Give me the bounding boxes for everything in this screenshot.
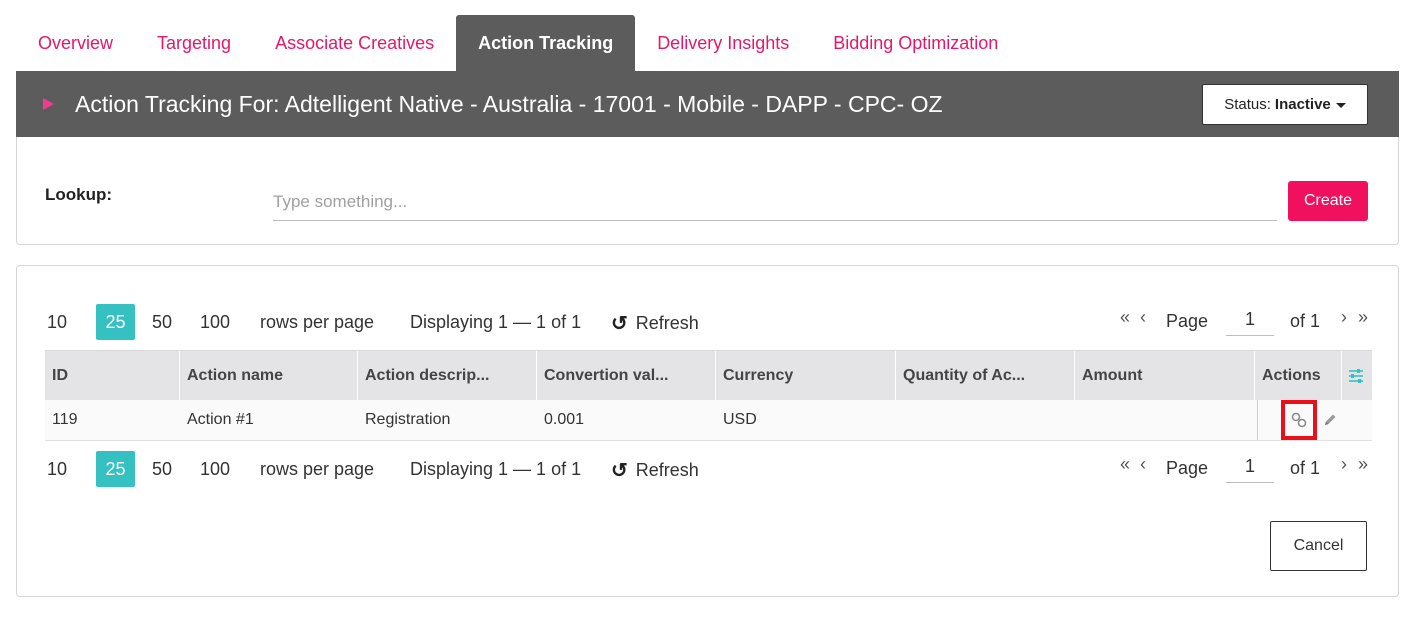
- column-action-description[interactable]: Action descrip...: [358, 351, 537, 400]
- column-quantity[interactable]: Quantity of Ac...: [896, 351, 1075, 400]
- refresh-icon: ↺: [611, 313, 628, 335]
- page-size-100[interactable]: 100: [197, 451, 233, 487]
- cell-amount: [1075, 400, 1257, 440]
- page-size-10[interactable]: 10: [45, 451, 69, 487]
- page-size-50[interactable]: 50: [149, 451, 175, 487]
- page-size-50[interactable]: 50: [149, 304, 175, 340]
- refresh-button[interactable]: ↺ Refresh: [611, 311, 699, 336]
- status-dropdown[interactable]: Status: Inactive: [1202, 84, 1368, 125]
- page-total: of 1: [1290, 311, 1321, 331]
- first-page-icon[interactable]: «: [1120, 307, 1130, 328]
- tab-overview[interactable]: Overview: [16, 15, 135, 71]
- page-number-input[interactable]: [1226, 304, 1274, 336]
- play-triangle-icon: [43, 98, 54, 110]
- page-size-10[interactable]: 10: [45, 304, 69, 340]
- status-label: Status:: [1224, 96, 1271, 113]
- cell-id: 119: [52, 411, 78, 428]
- column-amount[interactable]: Amount: [1075, 351, 1255, 400]
- page-total: of 1: [1290, 458, 1321, 478]
- action-table: ID Action name Action descrip... Convert…: [45, 350, 1372, 441]
- sliders-icon[interactable]: [1342, 351, 1370, 400]
- cell-conversion-value: 0.001: [544, 411, 585, 428]
- tab-targeting[interactable]: Targeting: [135, 15, 253, 71]
- page-size-25[interactable]: 25: [96, 304, 135, 340]
- page-size-25[interactable]: 25: [96, 451, 135, 487]
- tab-associate-creatives[interactable]: Associate Creatives: [253, 15, 456, 71]
- page-header: Action Tracking For: Adtelligent Native …: [16, 71, 1399, 137]
- page-size-100[interactable]: 100: [197, 304, 233, 340]
- refresh-label: Refresh: [635, 460, 699, 480]
- cell-action-description: Registration: [365, 411, 451, 428]
- lookup-input[interactable]: [273, 183, 1277, 221]
- caret-down-icon: [1335, 103, 1346, 108]
- page-title: Action Tracking For: Adtelligent Native …: [75, 90, 943, 117]
- refresh-label: Refresh: [635, 313, 699, 333]
- lookup-label: Lookup:: [45, 185, 113, 204]
- cell-quantity: [896, 400, 1075, 440]
- tab-delivery-insights[interactable]: Delivery Insights: [635, 15, 811, 71]
- cancel-button[interactable]: Cancel: [1270, 521, 1367, 571]
- refresh-icon: ↺: [611, 460, 628, 482]
- displaying-count: Displaying 1 — 1 of 1: [410, 312, 582, 332]
- page-number-input[interactable]: [1226, 451, 1274, 483]
- first-page-icon[interactable]: «: [1120, 454, 1130, 475]
- pager-top: 10 25 50 100 rows per page Displaying 1 …: [45, 304, 1372, 344]
- last-page-icon[interactable]: »: [1358, 307, 1368, 328]
- last-page-icon[interactable]: »: [1358, 454, 1368, 475]
- table-row[interactable]: 119 Action #1 Registration 0.001 USD: [45, 400, 1372, 441]
- prev-page-icon[interactable]: ‹: [1140, 454, 1146, 475]
- cell-actions: [1257, 400, 1372, 440]
- table-header: ID Action name Action descrip... Convert…: [45, 350, 1372, 400]
- cell-currency: USD: [723, 411, 757, 428]
- page-label: Page: [1166, 458, 1209, 478]
- tab-bar: Overview Targeting Associate Creatives A…: [16, 15, 1399, 71]
- rows-per-page-label: rows per page: [260, 312, 375, 332]
- next-page-icon[interactable]: ›: [1341, 454, 1347, 475]
- tab-action-tracking[interactable]: Action Tracking: [456, 15, 636, 71]
- lookup-panel: Lookup: Create: [16, 137, 1399, 245]
- column-conversion-value[interactable]: Convertion val...: [537, 351, 716, 400]
- status-value: Inactive: [1274, 96, 1331, 113]
- column-action-name[interactable]: Action name: [180, 351, 358, 400]
- link-icon[interactable]: [1281, 400, 1317, 440]
- displaying-count: Displaying 1 — 1 of 1: [410, 459, 582, 479]
- refresh-button[interactable]: ↺ Refresh: [611, 458, 699, 483]
- column-actions: Actions: [1255, 351, 1342, 400]
- rows-per-page-label: rows per page: [260, 459, 375, 479]
- tab-bidding-optimization[interactable]: Bidding Optimization: [811, 15, 1020, 71]
- column-currency[interactable]: Currency: [716, 351, 896, 400]
- column-id[interactable]: ID: [45, 351, 180, 400]
- prev-page-icon[interactable]: ‹: [1140, 307, 1146, 328]
- page-label: Page: [1166, 311, 1209, 331]
- next-page-icon[interactable]: ›: [1341, 307, 1347, 328]
- pager-bottom: 10 25 50 100 rows per page Displaying 1 …: [45, 451, 1372, 491]
- cell-action-name: Action #1: [187, 411, 254, 428]
- table-panel: 10 25 50 100 rows per page Displaying 1 …: [16, 265, 1399, 597]
- pencil-icon[interactable]: [1322, 412, 1338, 428]
- create-button[interactable]: Create: [1288, 181, 1368, 221]
